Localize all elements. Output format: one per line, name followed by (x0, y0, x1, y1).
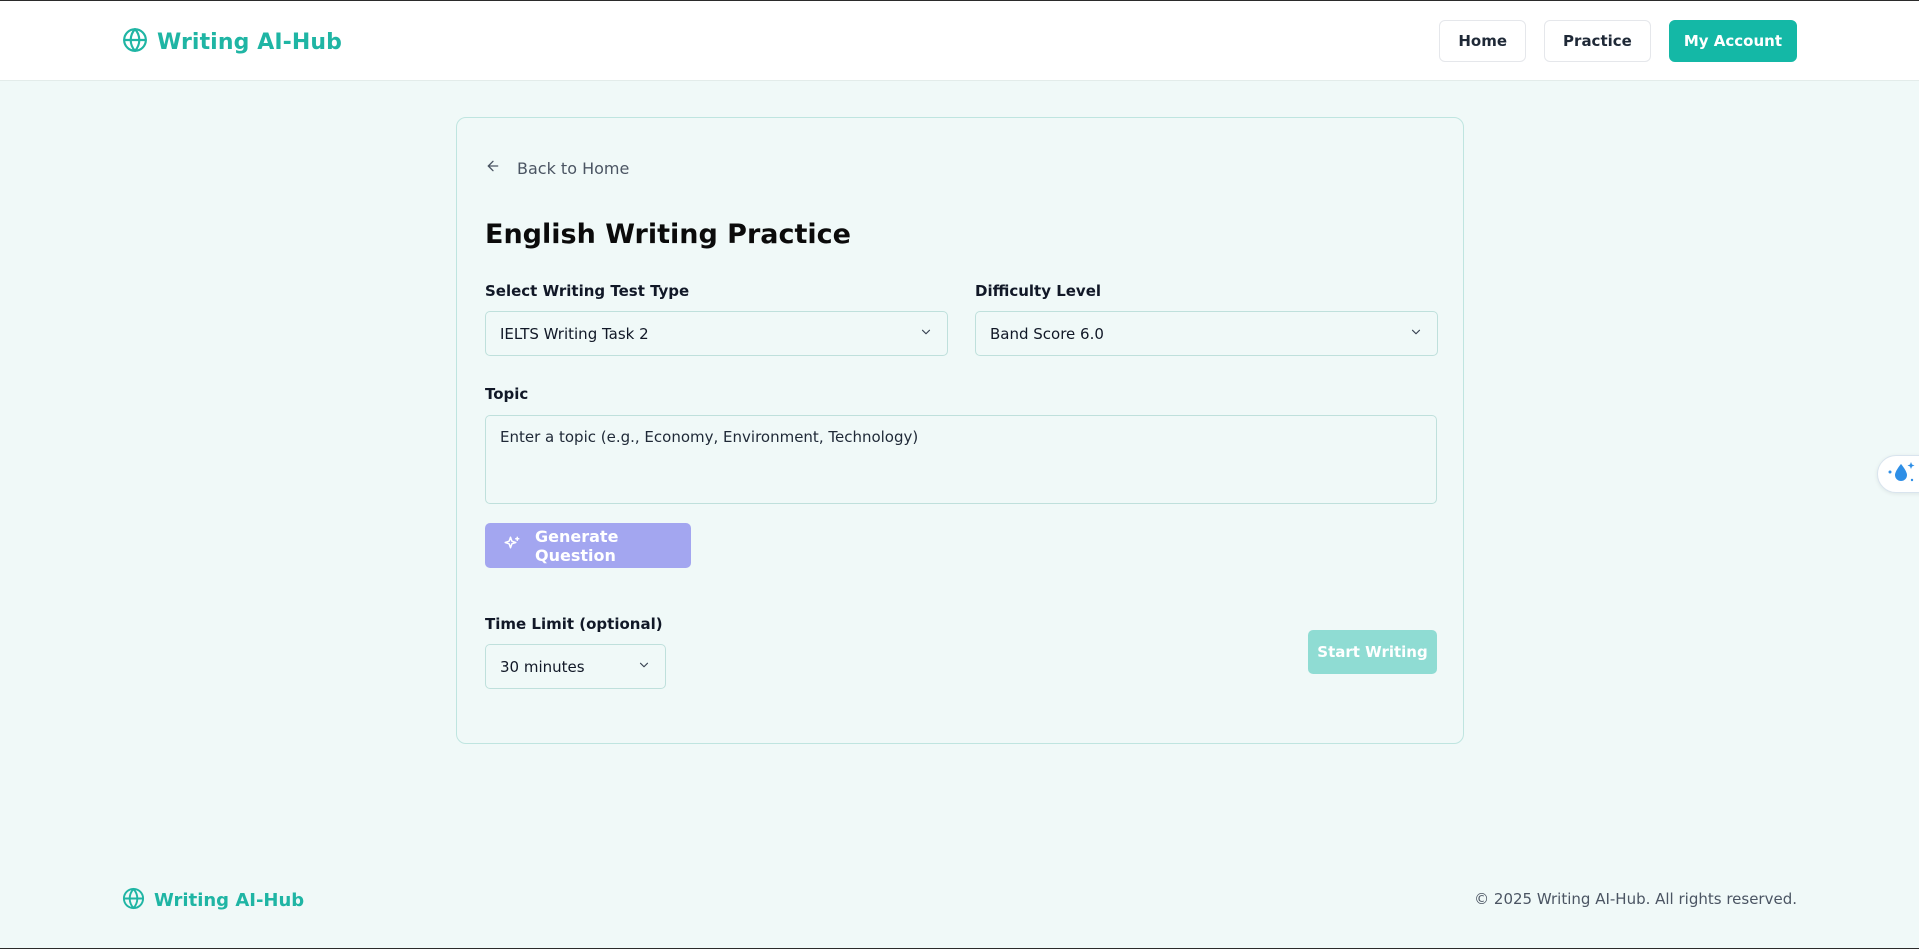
topic-input[interactable]: Enter a topic (e.g., Economy, Environmen… (485, 415, 1437, 504)
footer: Writing AI-Hub © 2025 Writing AI-Hub. Al… (0, 880, 1919, 920)
sparkles-icon (503, 535, 521, 557)
footer-brand-name: Writing AI-Hub (154, 890, 305, 911)
chevron-down-icon (1409, 325, 1423, 343)
time-limit-select[interactable]: 30 minutes (485, 644, 666, 689)
brand-name: Writing AI-Hub (157, 29, 342, 55)
globe-icon (122, 887, 145, 914)
copyright-text: © 2025 Writing AI-Hub. All rights reserv… (1474, 890, 1797, 908)
droplet-sparkle-icon (1886, 460, 1916, 488)
generate-question-label: Generate Question (535, 526, 619, 565)
nav-home-button[interactable]: Home (1439, 20, 1527, 62)
test-type-select[interactable]: IELTS Writing Task 2 (485, 311, 948, 356)
difficulty-value: Band Score 6.0 (990, 324, 1104, 343)
brand-logo[interactable]: Writing AI-Hub (122, 27, 342, 57)
topic-label: Topic (485, 385, 529, 403)
time-limit-label: Time Limit (optional) (485, 615, 663, 633)
my-account-button[interactable]: My Account (1668, 20, 1797, 62)
top-navbar: Writing AI-Hub Home Practice My Account (0, 1, 1919, 81)
arrow-left-icon (485, 158, 501, 178)
floating-assistant-widget[interactable] (1877, 455, 1919, 493)
back-label: Back to Home (517, 158, 630, 178)
generate-question-button[interactable]: Generate Question (485, 523, 691, 568)
footer-brand[interactable]: Writing AI-Hub (122, 887, 304, 914)
globe-icon (122, 27, 148, 57)
start-writing-button[interactable]: Start Writing (1308, 630, 1437, 674)
chevron-down-icon (919, 325, 933, 343)
main-nav: Home Practice My Account (1439, 20, 1797, 62)
back-to-home-link[interactable]: Back to Home (485, 158, 629, 178)
test-type-value: IELTS Writing Task 2 (500, 324, 649, 343)
page-title: English Writing Practice (485, 219, 851, 250)
topic-placeholder: Enter a topic (e.g., Economy, Environmen… (500, 428, 919, 446)
time-limit-value: 30 minutes (500, 657, 585, 676)
difficulty-label: Difficulty Level (975, 282, 1102, 300)
test-type-label: Select Writing Test Type (485, 282, 690, 300)
difficulty-select[interactable]: Band Score 6.0 (975, 311, 1438, 356)
nav-practice-button[interactable]: Practice (1544, 20, 1651, 62)
chevron-down-icon (637, 658, 651, 676)
practice-card: Back to Home English Writing Practice Se… (456, 117, 1464, 744)
